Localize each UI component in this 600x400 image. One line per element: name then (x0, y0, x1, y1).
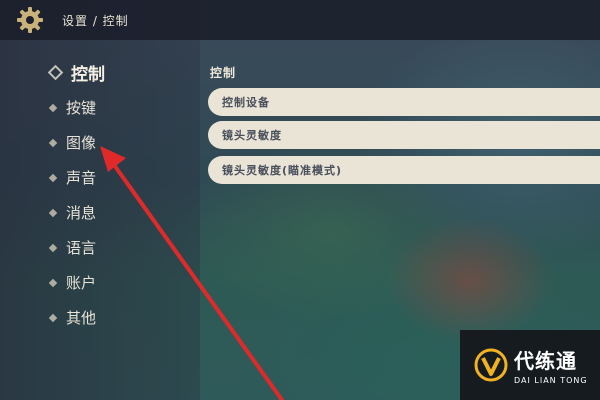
diamond-icon (47, 64, 64, 81)
diamond-icon (48, 313, 58, 322)
watermark-logo: 代练通 DAI LIAN TONG (460, 330, 600, 400)
sidebar-item-label: 控制 (71, 65, 105, 85)
sidebar-item-label: 按键 (66, 99, 97, 117)
top-bar: 设置 / 控制 (0, 0, 600, 40)
diamond-icon (48, 243, 58, 252)
setting-aim-sensitivity[interactable]: 镜头灵敏度(瞄准模式) (208, 156, 600, 184)
sidebar-item-messages[interactable]: 消息 (48, 195, 190, 230)
setting-label: 镜头灵敏度(瞄准模式) (222, 164, 343, 177)
gear-icon[interactable] (10, 0, 50, 40)
sidebar-item-label: 消息 (66, 204, 97, 222)
diamond-icon (48, 278, 58, 287)
sidebar-item-label: 语言 (66, 239, 97, 257)
setting-label: 控制设备 (222, 96, 270, 109)
setting-camera-sensitivity[interactable]: 镜头灵敏度 (208, 121, 600, 149)
sidebar-item-audio[interactable]: 声音 (48, 160, 190, 195)
sidebar-item-label: 声音 (66, 169, 97, 187)
sidebar-item-label: 其他 (66, 309, 97, 327)
sidebar-nav: 控制 按键 图像 声音 消息 语言 账户 其他 (47, 55, 190, 335)
diamond-icon (48, 208, 58, 217)
diamond-icon (48, 138, 58, 147)
sidebar-item-graphics[interactable]: 图像 (48, 125, 190, 160)
setting-control-device[interactable]: 控制设备 (208, 88, 600, 116)
sidebar-item-keys[interactable]: 按键 (48, 90, 190, 125)
breadcrumb: 设置 / 控制 (62, 13, 129, 28)
sidebar-item-label: 图像 (66, 134, 97, 152)
setting-label: 镜头灵敏度 (222, 129, 282, 142)
diamond-icon (48, 173, 58, 182)
logo-name-en: DAI LIAN TONG (514, 376, 588, 385)
sidebar-item-account[interactable]: 账户 (48, 265, 190, 300)
sidebar-item-control[interactable]: 控制 (47, 55, 190, 90)
diamond-icon (48, 103, 58, 112)
section-title: 控制 (210, 66, 237, 80)
sidebar-item-label: 账户 (66, 274, 97, 292)
logo-icon (474, 348, 508, 382)
sidebar-item-language[interactable]: 语言 (48, 230, 190, 265)
logo-name-cn: 代练通 (514, 349, 577, 373)
sidebar-item-other[interactable]: 其他 (48, 300, 190, 335)
